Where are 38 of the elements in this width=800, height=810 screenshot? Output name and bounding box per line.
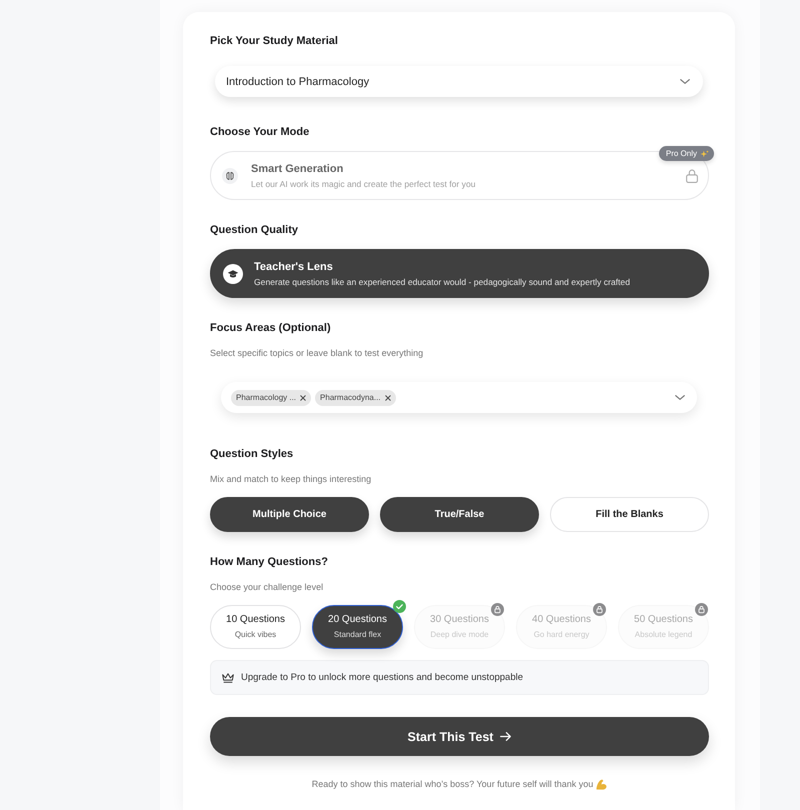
section-heading: Question Quality — [210, 223, 298, 237]
section-heading: Pick Your Study Material — [210, 34, 338, 48]
graduation-cap-icon — [223, 264, 243, 284]
section-heading: Choose Your Mode — [210, 125, 310, 139]
chevron-down-icon — [680, 79, 690, 84]
question-count-option[interactable]: 20 Questions Standard flex — [312, 605, 403, 649]
flexed-arm-icon — [596, 778, 608, 790]
upgrade-text: Upgrade to Pro to unlock more questions and become unstoppable — [241, 672, 524, 683]
section-hint: Select specific topics or leave blank to test everything — [210, 347, 424, 359]
chevron-down-icon — [675, 395, 685, 400]
section-heading: Question Styles — [210, 447, 294, 461]
material-select[interactable]: Introduction to Pharmacology — [215, 66, 703, 97]
remove-icon[interactable] — [384, 394, 391, 400]
footer-note: Ready to show this material who’s boss? Your future self will thank you — [312, 778, 594, 790]
topic-chip[interactable]: Pharmacology ... — [231, 390, 312, 406]
question-style-toggle[interactable]: Fill the Blanks — [550, 497, 709, 532]
option-title: Smart Generation — [251, 162, 344, 176]
section-heading: Focus Areas (Optional) — [210, 321, 331, 335]
question-style-toggle[interactable]: True/False — [380, 497, 539, 532]
section-hint: Choose your challenge level — [210, 581, 324, 593]
section-heading: How Many Questions? — [210, 555, 328, 569]
section-hint: Mix and match to keep things interesting — [210, 473, 372, 485]
question-style-toggle[interactable]: Multiple Choice — [210, 497, 369, 532]
focus-area-select[interactable]: Pharmacology ... Pharmacodyna... — [221, 382, 697, 413]
arrow-right-icon — [500, 732, 512, 741]
crown-icon — [222, 672, 234, 682]
option-description: Let our AI work its magic and create the perfect test for you — [251, 178, 476, 190]
remove-icon[interactable] — [300, 394, 306, 400]
sparkle-icon — [700, 150, 709, 158]
option-title: Teacher's Lens — [254, 260, 333, 274]
question-count-option[interactable]: 10 Questions Quick vibes — [210, 605, 301, 649]
brain-icon — [222, 168, 238, 184]
badge-label: Pro Only — [666, 149, 697, 158]
option-description: Generate questions like an experienced educator would - pedagogically sound and expertly crafted — [254, 276, 630, 288]
quality-option-card[interactable]: Teacher's Lens Generate questions like an experienced educator would - pedagogically sound and expertly crafted — [210, 249, 709, 298]
start-test-button[interactable]: Start This Test — [210, 717, 709, 756]
check-icon — [393, 600, 406, 613]
topic-chip[interactable]: Pharmacodyna... — [315, 390, 396, 406]
